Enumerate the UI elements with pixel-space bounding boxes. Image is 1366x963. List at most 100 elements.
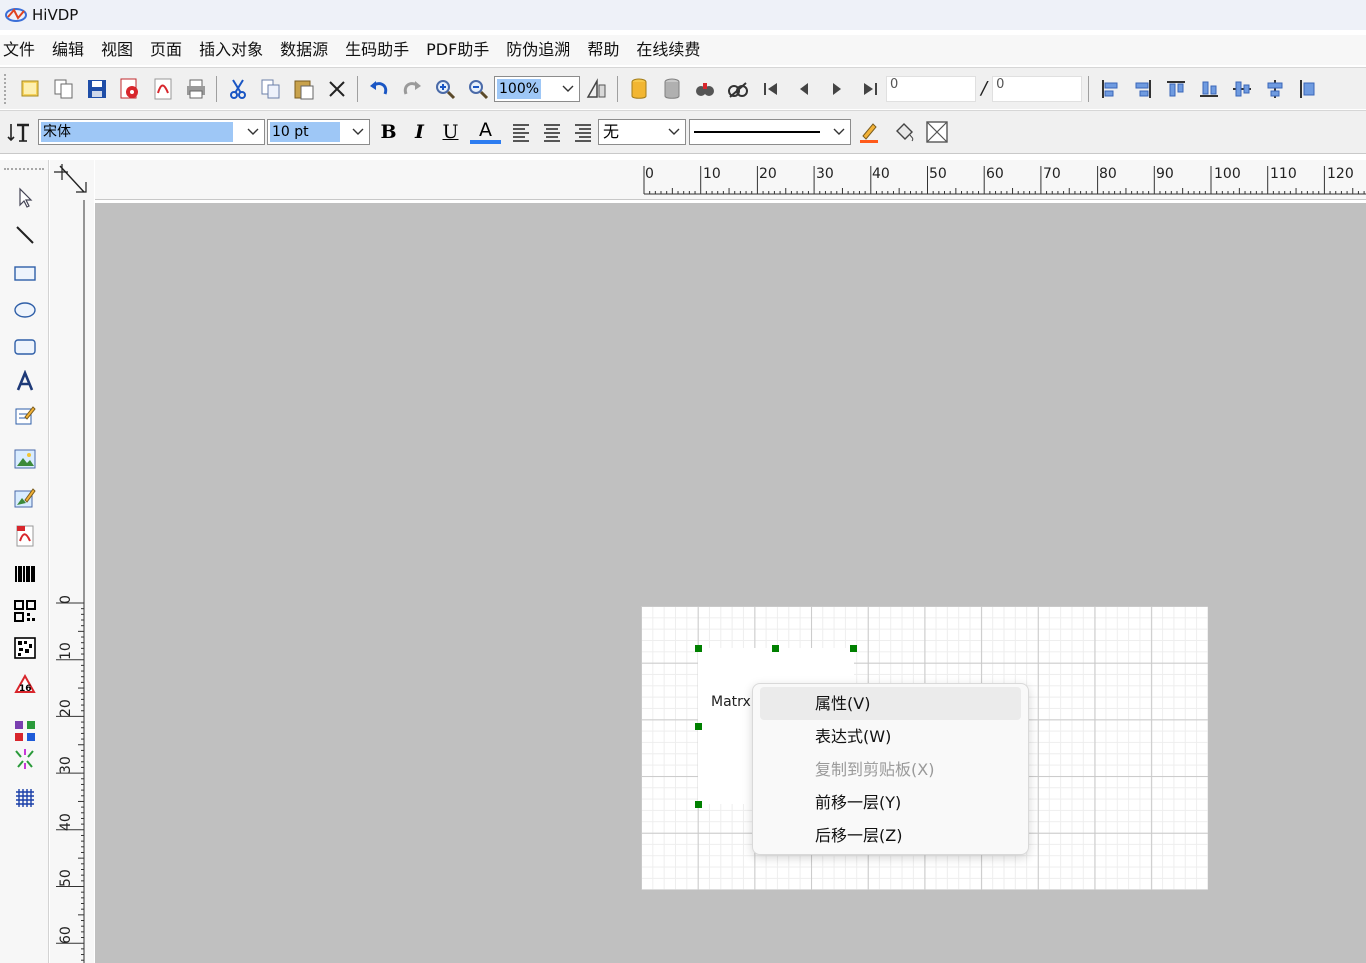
cut-button[interactable] (221, 73, 254, 105)
resize-handle-top-right[interactable] (850, 645, 857, 652)
pdf-settings-button[interactable] (113, 73, 146, 105)
menu-item-expression[interactable]: 表达式(W) (760, 720, 1021, 753)
menu-datasource[interactable]: 数据源 (272, 35, 337, 65)
qrcode-tool[interactable] (9, 596, 41, 626)
text-align-right-button[interactable] (567, 116, 598, 148)
pdf417-tool[interactable]: 16 (9, 669, 41, 699)
database-icon (631, 78, 646, 99)
menu-pdf-assistant[interactable]: PDF助手 (418, 35, 498, 65)
next-record-button[interactable] (820, 73, 853, 105)
save-button[interactable] (80, 73, 113, 105)
text-tool[interactable] (9, 367, 41, 397)
underline-button[interactable]: U (435, 116, 466, 148)
zoom-value: 100% (497, 78, 542, 99)
resize-handle-bottom-left[interactable] (695, 801, 702, 808)
last-record-icon (863, 82, 877, 95)
total-records-input[interactable]: 0 (992, 75, 1083, 102)
ruler-label: 50 (58, 869, 74, 887)
menu-code-assistant[interactable]: 生码助手 (337, 35, 418, 65)
prev-record-icon (799, 82, 808, 95)
ellipse-tool[interactable] (9, 295, 41, 325)
menu-edit[interactable]: 编辑 (44, 35, 93, 65)
border-style-select[interactable]: 无 (598, 119, 686, 145)
menu-item-send-backward[interactable]: 后移一层(Z) (760, 819, 1021, 852)
menu-help[interactable]: 帮助 (579, 35, 628, 65)
database-disabled-button[interactable] (655, 73, 688, 105)
align-center-vertical-button[interactable] (1225, 73, 1258, 105)
text-align-center-button[interactable] (536, 116, 567, 148)
database-button[interactable] (622, 73, 655, 105)
barcode-tool[interactable] (9, 559, 41, 589)
redo-button[interactable] (395, 73, 428, 105)
toolbar-grip[interactable] (4, 73, 10, 104)
line-style-select[interactable] (689, 119, 851, 145)
format-toolbar: 宋体 10 pt B I U A 无 (0, 110, 1366, 154)
menu-insert-object[interactable]: 插入对象 (191, 35, 272, 65)
bold-button[interactable]: B (373, 116, 404, 148)
menu-renew-online[interactable]: 在线续费 (628, 35, 709, 65)
font-size-select[interactable]: 10 pt (267, 119, 370, 145)
select-tool[interactable] (9, 183, 41, 213)
border-box-button[interactable] (920, 116, 953, 148)
font-color-button[interactable]: A (470, 120, 501, 144)
distribute-button[interactable] (1291, 73, 1324, 105)
new-file-button[interactable] (14, 73, 47, 105)
align-top-button[interactable] (1159, 73, 1192, 105)
pen-color-icon (860, 123, 878, 143)
menu-bar: 文件 编辑 视图 页面 插入对象 数据源 生码助手 PDF助手 防伪追溯 帮助 … (0, 35, 1366, 65)
menu-file[interactable]: 文件 (0, 35, 44, 65)
shape-effects-tool[interactable] (9, 744, 41, 774)
current-record-input[interactable]: 0 (886, 75, 976, 102)
align-right-button[interactable] (1126, 73, 1159, 105)
zoom-out-button[interactable] (461, 73, 494, 105)
menu-item-bring-forward[interactable]: 前移一层(Y) (760, 786, 1021, 819)
ruler-corner[interactable] (50, 160, 94, 200)
find-replace-button[interactable] (721, 73, 754, 105)
resize-handle-left[interactable] (695, 723, 702, 730)
menu-item-properties[interactable]: 属性(V) (760, 687, 1021, 720)
line-color-button[interactable] (851, 116, 887, 148)
find-button[interactable] (688, 73, 721, 105)
fit-page-button[interactable] (580, 73, 613, 105)
image-tool[interactable] (9, 444, 41, 474)
rich-text-tool[interactable] (9, 400, 41, 430)
align-center-horizontal-button[interactable] (1258, 73, 1291, 105)
italic-button[interactable]: I (404, 116, 435, 148)
last-record-button[interactable] (853, 73, 886, 105)
rounded-rectangle-tool[interactable] (9, 332, 41, 362)
font-family-select[interactable]: 宋体 (38, 119, 265, 145)
text-align-left-button[interactable] (505, 116, 536, 148)
ruler-label: 20 (58, 699, 74, 717)
export-pdf-button[interactable] (146, 73, 179, 105)
undo-button[interactable] (362, 73, 395, 105)
open-file-button[interactable] (47, 73, 80, 105)
rectangle-tool[interactable] (9, 258, 41, 288)
resize-handle-top[interactable] (772, 645, 779, 652)
ruler-label: 20 (759, 166, 777, 182)
paste-button[interactable] (287, 73, 320, 105)
datamatrix-tool[interactable] (9, 633, 41, 663)
line-tool[interactable] (9, 220, 41, 250)
palette-grip[interactable] (4, 168, 44, 171)
table-tool[interactable] (9, 783, 41, 813)
menu-anti-counterfeit[interactable]: 防伪追溯 (498, 35, 579, 65)
first-record-button[interactable] (754, 73, 787, 105)
align-bottom-button[interactable] (1192, 73, 1225, 105)
color-qrcode-tool[interactable] (9, 716, 41, 746)
menu-page[interactable]: 页面 (142, 35, 191, 65)
align-bottom-icon (1199, 81, 1218, 97)
menu-view[interactable]: 视图 (93, 35, 142, 65)
align-left-button[interactable] (1093, 73, 1126, 105)
fill-color-button[interactable] (887, 116, 920, 148)
printer-icon (186, 79, 205, 98)
zoom-in-button[interactable] (428, 73, 461, 105)
print-button[interactable] (179, 73, 212, 105)
copy-button[interactable] (254, 73, 287, 105)
text-direction-button[interactable] (0, 116, 38, 148)
delete-button[interactable] (320, 73, 353, 105)
resize-handle-top-left[interactable] (695, 645, 702, 652)
edit-image-tool[interactable] (9, 483, 41, 513)
pdf-object-tool[interactable] (9, 521, 41, 551)
prev-record-button[interactable] (787, 73, 820, 105)
zoom-select[interactable]: 100% (494, 75, 580, 102)
